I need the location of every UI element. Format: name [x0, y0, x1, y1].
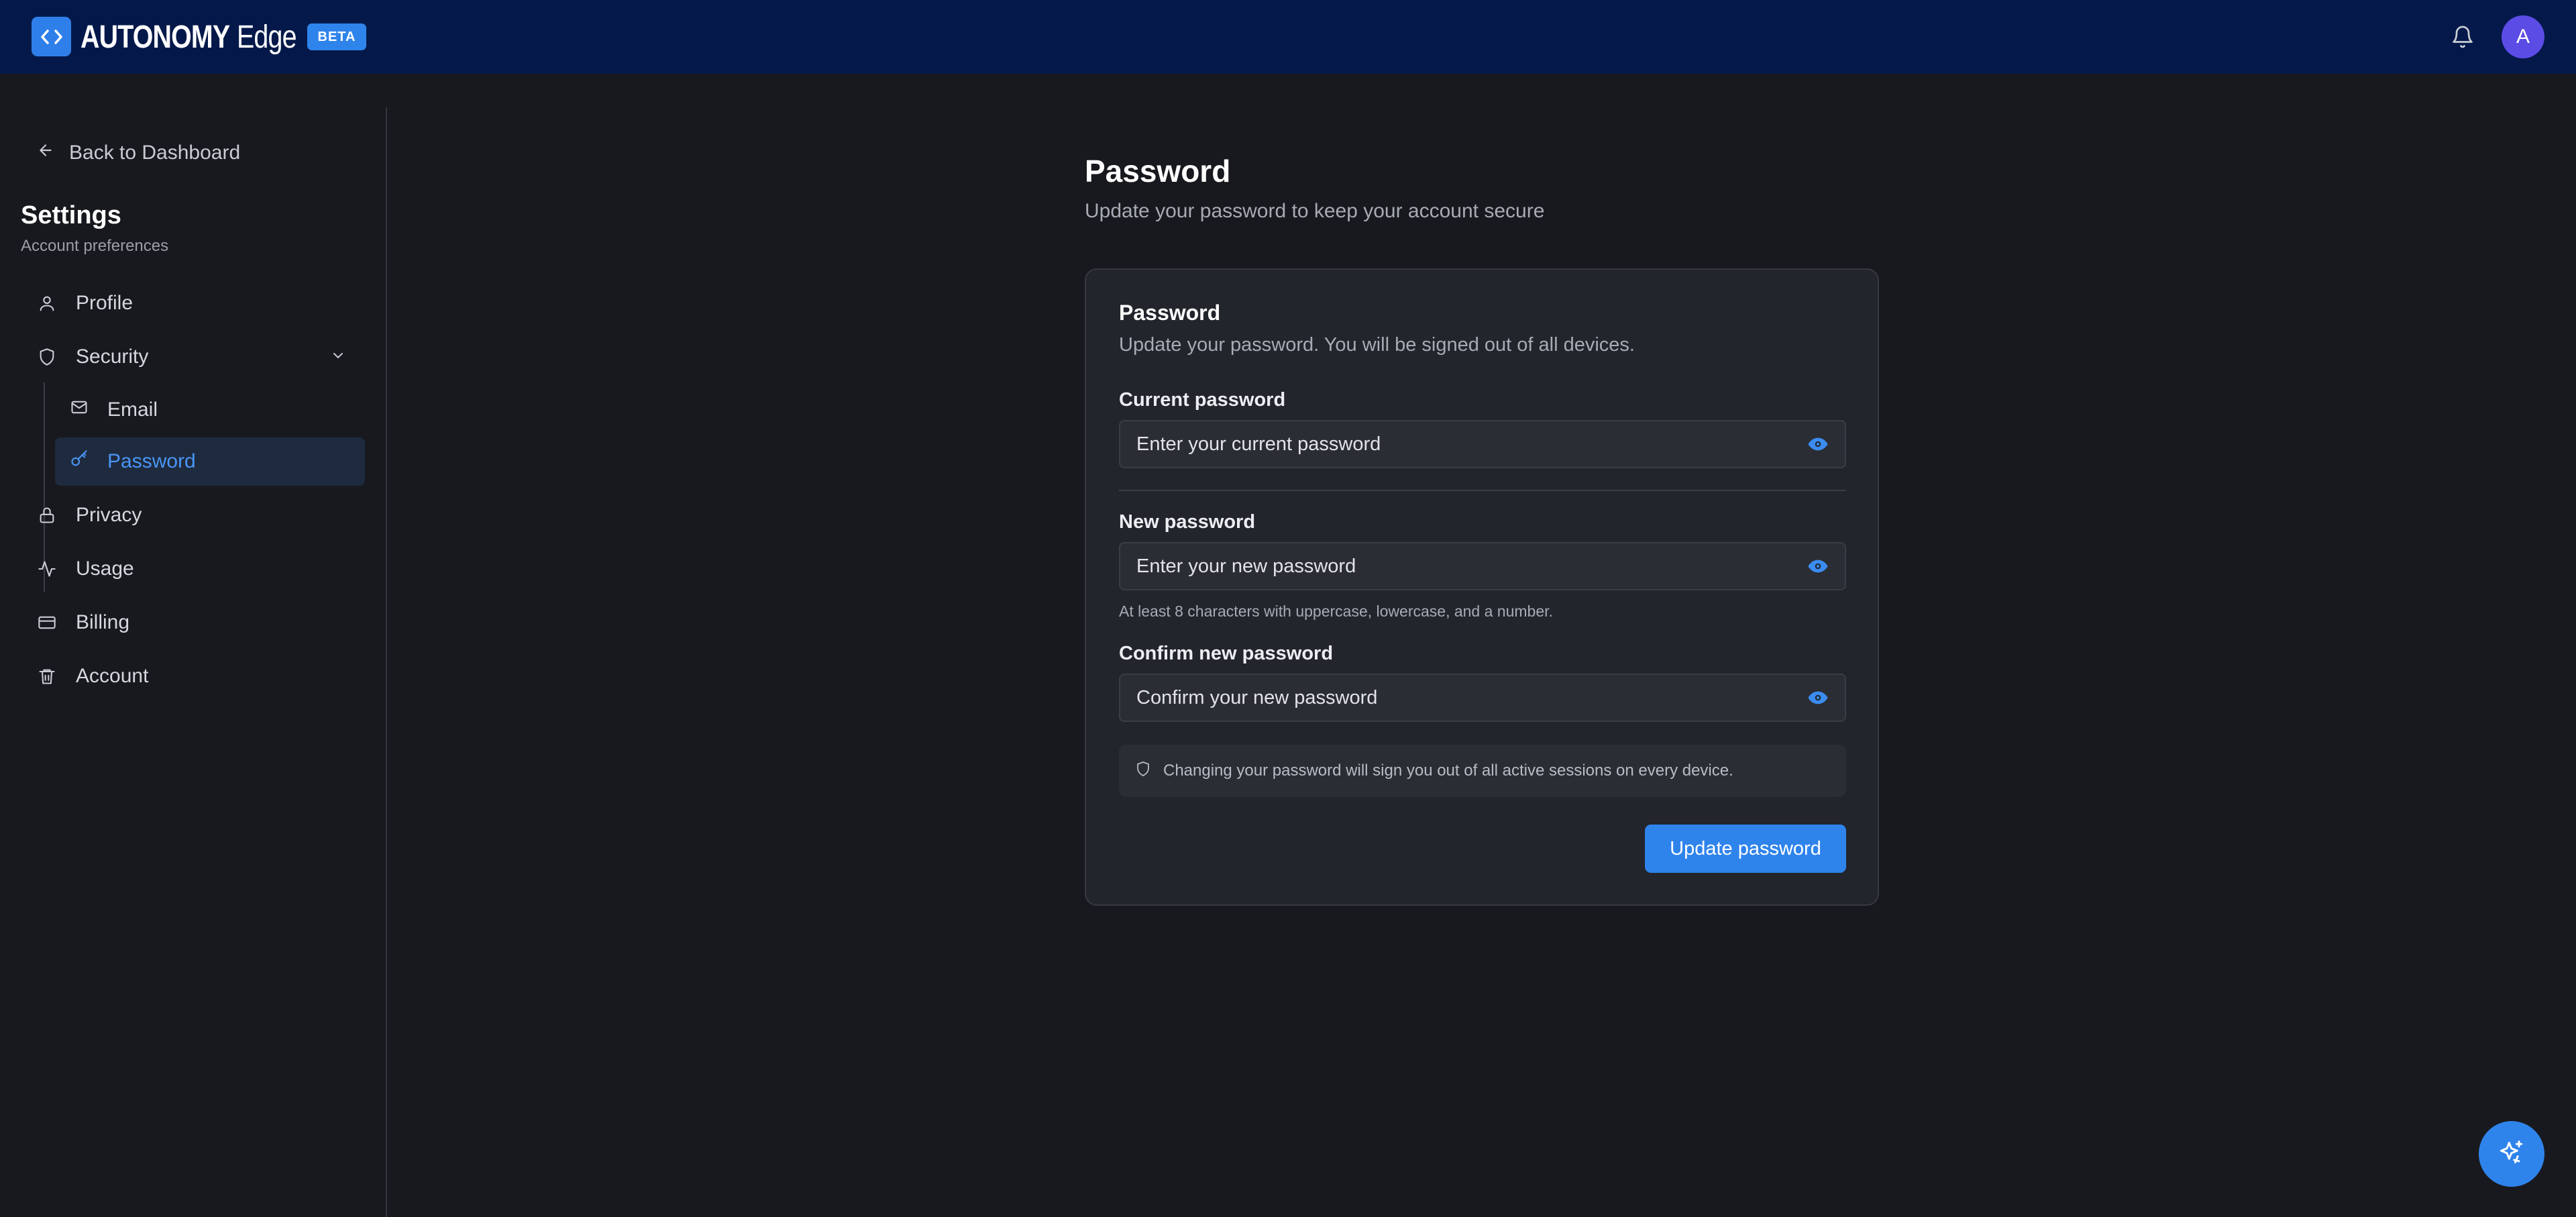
- eye-icon[interactable]: [1791, 674, 1845, 722]
- brand-light: Edge: [237, 19, 297, 55]
- new-password-placeholder: Enter your new password: [1136, 555, 1356, 577]
- sidebar-item-label: Account: [76, 665, 149, 687]
- settings-title: Settings: [21, 201, 121, 229]
- credit-card-icon: [37, 613, 57, 633]
- confirm-password-field[interactable]: Confirm your new password: [1119, 674, 1846, 722]
- user-icon: [37, 293, 57, 313]
- sidebar-item-label: Usage: [76, 558, 134, 580]
- sidebar-subitem-label: Password: [107, 450, 196, 472]
- eye-icon[interactable]: [1791, 542, 1845, 590]
- sidebar-item-security[interactable]: Security: [37, 342, 148, 372]
- brand-name[interactable]: AUTONOMY Edge: [80, 19, 309, 55]
- current-password-placeholder: Enter your current password: [1136, 433, 1381, 455]
- new-password-label: New password: [1119, 511, 1256, 533]
- sidebar-item-profile[interactable]: Profile: [37, 288, 133, 318]
- ai-assistant-button[interactable]: [2479, 1121, 2544, 1187]
- sidebar-item-billing[interactable]: Billing: [37, 608, 129, 637]
- current-password-label: Current password: [1119, 389, 1286, 411]
- sparkles-icon: [2497, 1138, 2526, 1171]
- back-to-dashboard-link[interactable]: Back to Dashboard: [37, 140, 240, 166]
- current-password-field[interactable]: Enter your current password: [1119, 420, 1846, 468]
- shield-icon: [37, 347, 57, 367]
- arrow-left-icon: [37, 142, 54, 164]
- sidebar-subitem-label: Email: [107, 399, 158, 421]
- trash-icon: [37, 666, 57, 686]
- confirm-password-placeholder: Confirm your new password: [1136, 686, 1378, 708]
- divider: [1119, 490, 1846, 491]
- sidebar-item-usage[interactable]: Usage: [37, 554, 134, 584]
- bell-icon[interactable]: [2449, 22, 2476, 52]
- update-password-button[interactable]: Update password: [1645, 825, 1846, 873]
- sidebar-item-label: Privacy: [76, 504, 142, 526]
- new-password-hint: At least 8 characters with uppercase, lo…: [1119, 602, 1553, 620]
- top-bar: AUTONOMY Edge BETA A: [0, 0, 2576, 74]
- key-icon: [70, 449, 89, 474]
- sidebar-item-account[interactable]: Account: [37, 662, 148, 691]
- card-subtitle: Update your password. You will be signed…: [1119, 334, 1635, 356]
- sessions-notice: Changing your password will sign you out…: [1119, 745, 1846, 797]
- logo-icon[interactable]: [32, 17, 71, 56]
- page-title: Password: [1085, 154, 1231, 189]
- brand-strong: AUTONOMY: [80, 19, 230, 55]
- sidebar-item-label: Security: [76, 346, 149, 368]
- sidebar-subitem-email[interactable]: Email: [55, 386, 365, 434]
- avatar[interactable]: A: [2502, 15, 2544, 58]
- settings-subtitle: Account preferences: [21, 237, 169, 255]
- password-card: Password Update your password. You will …: [1085, 268, 1879, 906]
- chevron-down-icon[interactable]: [328, 346, 348, 366]
- mail-icon: [70, 398, 89, 422]
- eye-icon[interactable]: [1791, 420, 1845, 468]
- card-title: Password: [1119, 301, 1221, 325]
- confirm-password-label: Confirm new password: [1119, 643, 1334, 664]
- sidebar-item-privacy[interactable]: Privacy: [37, 500, 142, 530]
- notice-text: Changing your password will sign you out…: [1163, 761, 1733, 780]
- activity-icon: [37, 559, 57, 579]
- beta-badge: BETA: [307, 23, 366, 50]
- sidebar: Back to Dashboard Settings Account prefe…: [0, 107, 387, 1217]
- back-label: Back to Dashboard: [69, 142, 241, 164]
- page-subtitle: Update your password to keep your accoun…: [1085, 200, 1545, 222]
- new-password-field[interactable]: Enter your new password: [1119, 542, 1846, 590]
- sidebar-item-label: Profile: [76, 292, 133, 314]
- lock-icon: [37, 505, 57, 525]
- sidebar-subitem-password[interactable]: Password: [55, 437, 365, 486]
- sidebar-item-label: Billing: [76, 611, 130, 633]
- shield-icon: [1135, 761, 1151, 782]
